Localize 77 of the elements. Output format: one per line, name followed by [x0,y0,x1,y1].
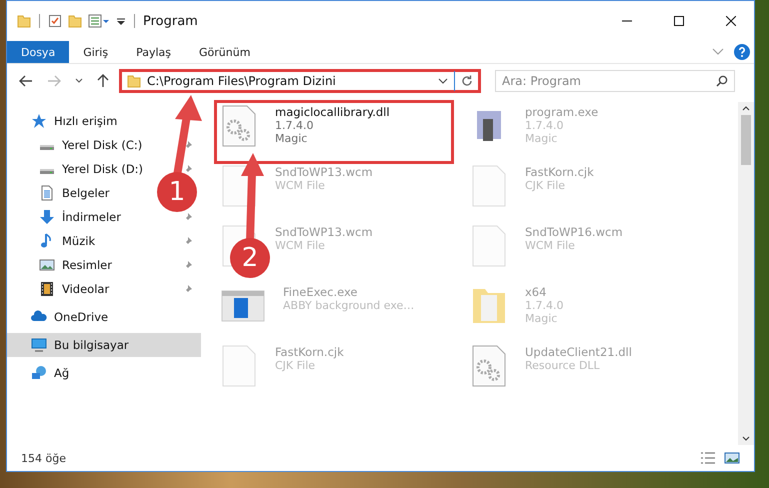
scrollbar-thumb[interactable] [741,115,751,165]
sidebar-label: Yerel Disk (D:) [62,162,144,176]
file-detail: CJK File [525,179,566,192]
sidebar-label: Bu bilgisayar [54,338,129,352]
expand-ribbon-icon[interactable] [712,48,724,56]
sidebar-label: Hızlı erişim [54,114,118,128]
address-bar[interactable]: C:\Program Files\Program Dizini [119,69,481,93]
file-detail: WCM File [525,239,576,252]
sidebar-label: OneDrive [54,310,108,324]
sidebar-label: Ağ [54,366,70,380]
file-detail: 1.7.4.0 [275,119,314,132]
blank-file-icon [221,345,257,387]
maximize-icon [674,16,684,26]
sidebar-item[interactable]: OneDrive [7,305,124,329]
item-count: 154 öğe [21,452,66,464]
monitor-icon [31,337,47,353]
file-detail: Resource DLL [525,359,601,372]
checklist-icon[interactable] [48,14,62,28]
sidebar-item[interactable]: Belgeler [7,181,125,205]
sidebar-label: Belgeler [62,186,110,200]
scrollbar[interactable] [738,102,754,445]
sidebar-label: Müzik [62,234,96,248]
download-arrow-icon [39,209,55,225]
film-icon [39,281,55,297]
large-icons-view-icon[interactable] [724,451,740,465]
sidebar-item[interactable]: Ağ [7,361,84,385]
gear-file-icon [221,105,257,147]
ribbon-tab[interactable]: Paylaş [122,41,185,63]
file-detail: 1.7.4.0 [525,299,564,312]
sidebar-item[interactable]: Hızlı erişim [7,109,132,133]
up-arrow-icon[interactable] [97,74,109,88]
star-icon [31,113,47,129]
picture-icon [39,257,55,273]
help-icon[interactable] [734,44,750,60]
file-detail: Magic [525,132,558,145]
back-arrow-icon[interactable] [19,75,33,87]
sidebar-item[interactable]: Yerel Disk (C:) [7,133,201,157]
folder-icon [127,74,141,88]
search-icon [716,75,728,87]
blank-file-icon [471,165,507,207]
sidebar-item[interactable]: Müzik [7,229,201,253]
sidebar-item[interactable]: Resimler [7,253,201,277]
scroll-down-icon[interactable] [742,436,750,441]
file-detail: 1.7.4.0 [525,119,564,132]
ribbon-tab[interactable]: Görünüm [185,41,264,63]
sidebar-label: Yerel Disk (C:) [62,138,142,152]
window-title: Program [143,14,198,28]
details-view-icon[interactable] [700,451,716,465]
file-detail: CJK File [275,359,316,372]
file-detail: ABBY background exe… [283,299,414,312]
file-name[interactable]: magiclocallibrary.dll [275,105,390,119]
gear-file-icon [471,345,507,387]
sidebar-label: Resimler [62,258,112,272]
ribbon-tab[interactable]: Dosya [7,41,70,63]
drive-icon [39,144,55,150]
search-field[interactable]: Ara: Program [495,70,735,92]
network-globe-icon [31,365,47,381]
blank-file-icon [471,225,507,267]
document-icon [39,185,55,201]
file-detail: WCM File [275,239,326,252]
recent-caret-icon[interactable] [75,78,83,84]
step-badge: 2 [230,238,270,278]
step-badge: 1 [157,172,197,212]
properties-icon[interactable] [88,14,110,28]
drive-icon [39,168,55,174]
refresh-icon[interactable] [461,75,473,87]
sidebar-item[interactable]: Videolar [7,277,201,301]
ribbon-tab[interactable]: Giriş [69,41,122,63]
file-detail: Magic [275,132,308,145]
scroll-up-icon[interactable] [742,106,750,111]
file-detail: Magic [525,312,558,325]
sidebar-item[interactable]: Bu bilgisayar [7,333,201,357]
sidebar-label: İndirmeler [62,210,121,224]
sidebar-label: Videolar [62,282,110,296]
dropdown-caret-icon[interactable] [438,78,448,84]
file-detail: WCM File [275,179,326,192]
close-icon [726,16,736,26]
